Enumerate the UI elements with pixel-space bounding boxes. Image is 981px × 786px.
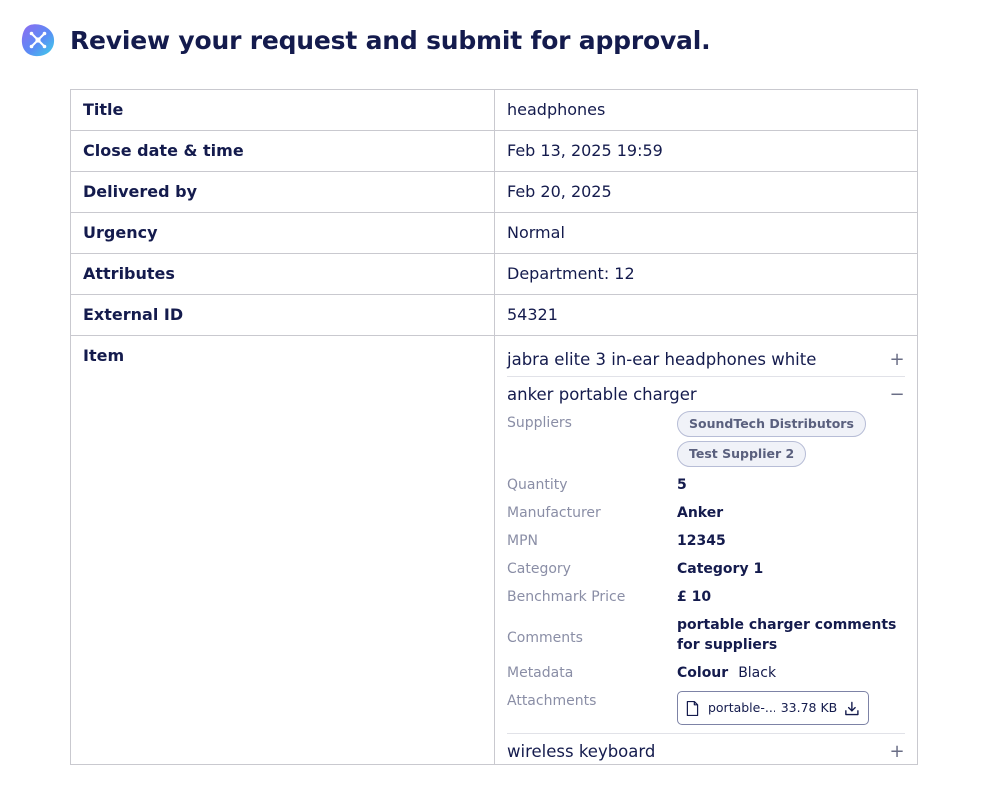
table-row: External ID 54321 bbox=[70, 294, 918, 336]
item-name: wireless keyboard bbox=[507, 741, 656, 761]
item-details: Suppliers SoundTech Distributors Test Su… bbox=[507, 411, 905, 729]
accordion-item-wireless-keyboard[interactable]: wireless keyboard + bbox=[507, 738, 905, 764]
table-row-items: Item jabra elite 3 in-ear headphones whi… bbox=[70, 335, 918, 765]
field-label-title: Title bbox=[70, 89, 495, 131]
category-value: Category 1 bbox=[677, 561, 764, 577]
quantity-label: Quantity bbox=[507, 477, 568, 493]
field-value-close-date: Feb 13, 2025 19:59 bbox=[494, 130, 918, 172]
field-label-external-id: External ID bbox=[70, 294, 495, 336]
field-label-close-date: Close date & time bbox=[70, 130, 495, 172]
divider bbox=[507, 733, 905, 734]
metadata-value: Colour Black bbox=[677, 661, 905, 689]
supplier-chip: Test Supplier 2 bbox=[677, 441, 807, 467]
field-label-attributes: Attributes bbox=[70, 253, 495, 295]
field-label-item: Item bbox=[70, 335, 495, 765]
field-label-delivered-by: Delivered by bbox=[70, 171, 495, 213]
table-row: Delivered by Feb 20, 2025 bbox=[70, 171, 918, 213]
table-row: Urgency Normal bbox=[70, 212, 918, 254]
field-value-title: headphones bbox=[494, 89, 918, 131]
accordion-item-jabra[interactable]: jabra elite 3 in-ear headphones white + bbox=[507, 346, 905, 372]
page-title: Review your request and submit for appro… bbox=[70, 25, 711, 55]
field-label-urgency: Urgency bbox=[70, 212, 495, 254]
quantity-value: 5 bbox=[677, 477, 687, 493]
plus-icon[interactable]: + bbox=[889, 741, 905, 762]
items-cell: jabra elite 3 in-ear headphones white + … bbox=[494, 335, 918, 765]
manufacturer-value: Anker bbox=[677, 505, 724, 521]
attachment-name: portable-... bbox=[707, 700, 775, 715]
suppliers-list: SoundTech Distributors Test Supplier 2 bbox=[677, 411, 905, 473]
field-value-external-id: 54321 bbox=[494, 294, 918, 336]
field-value-attributes: Department: 12 bbox=[494, 253, 918, 295]
plus-icon[interactable]: + bbox=[889, 349, 905, 370]
minus-icon[interactable]: − bbox=[889, 384, 905, 405]
table-row: Attributes Department: 12 bbox=[70, 253, 918, 295]
field-value-urgency: Normal bbox=[494, 212, 918, 254]
attachments-list: portable-... 33.78 KB bbox=[677, 689, 905, 729]
download-icon[interactable] bbox=[844, 700, 860, 717]
item-name: jabra elite 3 in-ear headphones white bbox=[507, 349, 817, 369]
file-icon bbox=[686, 700, 699, 716]
attachment-size: 33.78 KB bbox=[780, 700, 838, 715]
table-row: Close date & time Feb 13, 2025 19:59 bbox=[70, 130, 918, 172]
benchmark-price-value: £ 10 bbox=[677, 589, 712, 605]
items-accordion: jabra elite 3 in-ear headphones white + … bbox=[507, 336, 905, 764]
mpn-label: MPN bbox=[507, 533, 538, 549]
manufacturer-label: Manufacturer bbox=[507, 505, 601, 521]
item-name: anker portable charger bbox=[507, 384, 697, 404]
request-summary-table: Title headphones Close date & time Feb 1… bbox=[70, 89, 918, 765]
category-label: Category bbox=[507, 561, 571, 577]
table-row: Title headphones bbox=[70, 89, 918, 131]
benchmark-price-label: Benchmark Price bbox=[507, 589, 626, 605]
suppliers-label: Suppliers bbox=[507, 415, 572, 431]
app-logo-icon bbox=[21, 24, 55, 57]
comments-value: portable charger comments for suppliers bbox=[677, 617, 897, 653]
mpn-value: 12345 bbox=[677, 533, 726, 549]
field-value-delivered-by: Feb 20, 2025 bbox=[494, 171, 918, 213]
metadata-val: Black bbox=[738, 665, 777, 681]
supplier-chip: SoundTech Distributors bbox=[677, 411, 866, 437]
comments-label: Comments bbox=[507, 630, 583, 646]
attachment-chip[interactable]: portable-... 33.78 KB bbox=[677, 691, 869, 725]
divider bbox=[507, 376, 905, 377]
page-header: Review your request and submit for appro… bbox=[20, 22, 711, 58]
attachments-label: Attachments bbox=[507, 693, 597, 709]
metadata-label: Metadata bbox=[507, 665, 574, 681]
accordion-item-anker[interactable]: anker portable charger − bbox=[507, 381, 905, 407]
metadata-key: Colour bbox=[677, 665, 729, 681]
